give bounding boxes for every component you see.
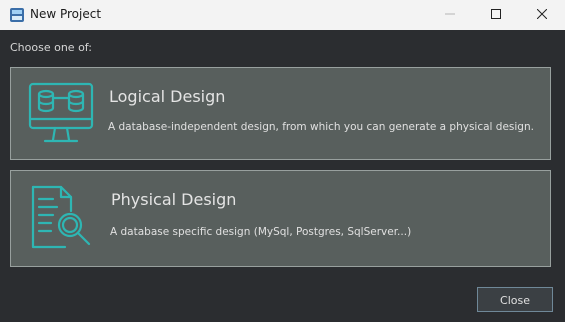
new-project-dialog: New Project Choose one of: Logical Desig… — [0, 0, 565, 322]
logical-design-option[interactable]: Logical Design A database-independent de… — [10, 67, 551, 160]
window-title: New Project — [30, 7, 102, 21]
minimize-button[interactable] — [427, 0, 473, 30]
physical-design-option[interactable]: Physical Design A database specific desi… — [10, 170, 551, 267]
app-icon — [10, 8, 24, 22]
option-title: Physical Design — [111, 190, 237, 209]
monitor-database-icon — [28, 82, 94, 143]
option-description: A database-independent design, from whic… — [108, 121, 534, 133]
document-search-icon — [31, 185, 91, 249]
close-button[interactable]: Close — [477, 287, 553, 312]
title-bar: New Project — [0, 0, 565, 30]
close-window-button[interactable] — [519, 0, 565, 30]
option-description: A database specific design (MySql, Postg… — [110, 226, 412, 238]
option-title: Logical Design — [109, 87, 226, 106]
minimize-icon — [445, 13, 455, 15]
close-icon — [536, 8, 548, 20]
maximize-button[interactable] — [473, 0, 519, 30]
choose-prompt: Choose one of: — [10, 41, 92, 54]
maximize-icon — [491, 9, 501, 19]
